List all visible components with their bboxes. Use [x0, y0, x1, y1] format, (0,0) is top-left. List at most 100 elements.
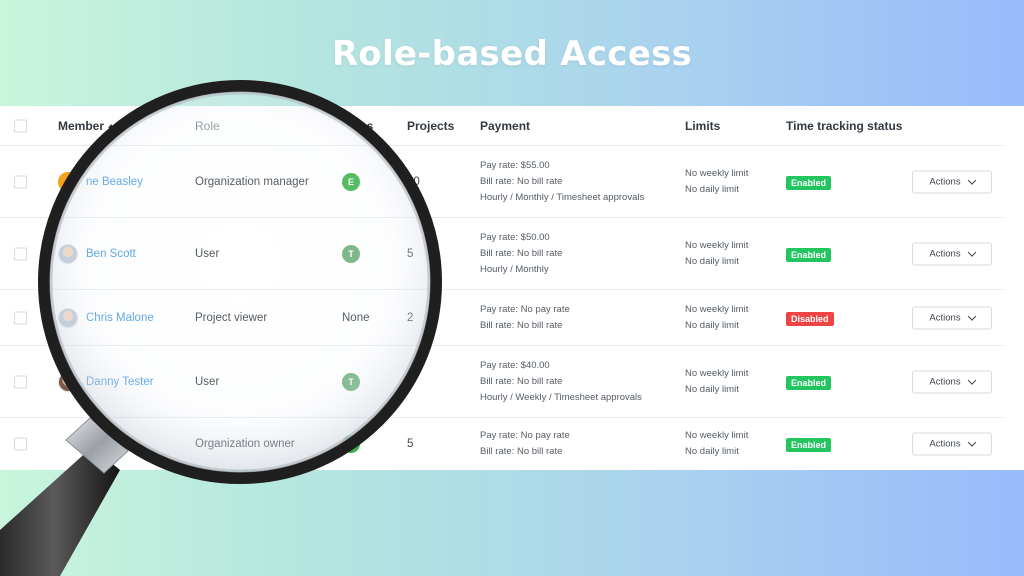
limits-info: No weekly limit No daily limit — [685, 302, 748, 334]
limits-info: No weekly limit No daily limit — [685, 238, 748, 270]
column-header-teams: ms — [356, 118, 374, 133]
select-all-checkbox[interactable] — [14, 119, 27, 132]
row-checkbox[interactable] — [14, 175, 27, 188]
payment-info: Pay rate: No pay rate Bill rate: No bill… — [480, 302, 570, 334]
column-header-payment: Payment — [480, 118, 531, 133]
daily-limit: No daily limit — [685, 319, 739, 331]
projects-count: 4 — [407, 375, 414, 388]
weekly-limit: No weekly limit — [685, 239, 749, 251]
actions-dropdown[interactable]: Actions — [912, 370, 992, 393]
actions-label: Actions — [929, 248, 961, 259]
table-row: Ben Scott User T 5 Pay rate: $50.00 Bill… — [0, 218, 1004, 290]
actions-dropdown[interactable]: Actions — [912, 306, 992, 329]
table-row: Chris Malone Project viewer None 2 Pay r… — [0, 290, 1004, 346]
member-name-link[interactable]: Danny Tester — [86, 376, 154, 388]
actions-label: Actions — [929, 438, 961, 450]
column-header-projects: Projects — [407, 118, 455, 133]
weekly-limit: No weekly limit — [685, 167, 749, 179]
team-badge: T — [342, 244, 360, 263]
projects-count: 5 — [407, 438, 414, 450]
team-cell: T — [342, 372, 360, 391]
avatar — [58, 307, 78, 328]
daily-limit: No daily limit — [685, 255, 739, 267]
status-cell: Enabled — [786, 173, 832, 191]
team-badge: E — [342, 172, 360, 191]
weekly-limit: No weekly limit — [685, 303, 749, 315]
column-header-limits: Limits — [685, 118, 721, 133]
pay-periods: Hourly / Monthly / Timesheet approvals — [480, 191, 645, 203]
column-header-role: Role — [195, 118, 220, 133]
member-name-link[interactable]: Chris Malone — [86, 312, 154, 324]
table-row: ne Beasley Organization manager E 10 Pay… — [0, 146, 1004, 218]
sort-ascending-icon — [108, 124, 115, 129]
bill-rate: Bill rate: No bill rate — [480, 446, 563, 457]
payment-info: Pay rate: $50.00 Bill rate: No bill rate… — [480, 230, 562, 278]
table-row: chael Organization owner E 5 Pay rate: N… — [0, 418, 1004, 470]
chevron-down-icon — [967, 311, 976, 321]
daily-limit: No daily limit — [685, 183, 739, 195]
table-row: Danny Tester User T 4 Pay rate: $40.00 B… — [0, 346, 1004, 418]
team-cell: E — [342, 435, 360, 453]
member-name-link[interactable]: chael — [86, 438, 114, 450]
pay-rate: Pay rate: $40.00 — [480, 359, 550, 371]
avatar — [58, 171, 78, 192]
status-badge: Enabled — [786, 375, 832, 390]
members-table: Member Role ms Projects Payment Limits T… — [0, 106, 1024, 470]
chevron-down-icon — [967, 247, 976, 257]
member-cell: Danny Tester — [58, 371, 154, 392]
status-badge: Enabled — [786, 175, 832, 190]
chevron-down-icon — [967, 175, 976, 185]
actions-label: Actions — [929, 176, 961, 187]
member-name-link[interactable]: Ben Scott — [86, 248, 136, 260]
row-checkbox[interactable] — [14, 375, 27, 388]
actions-dropdown[interactable]: Actions — [912, 242, 992, 265]
chevron-down-icon — [967, 375, 976, 385]
row-checkbox[interactable] — [14, 311, 27, 324]
status-badge: Disabled — [786, 311, 834, 326]
headline: Role-based Access — [331, 34, 693, 74]
bill-rate: Bill rate: No bill rate — [480, 319, 563, 331]
actions-dropdown[interactable]: Actions — [912, 170, 992, 193]
weekly-limit: No weekly limit — [685, 430, 749, 441]
bill-rate: Bill rate: No bill rate — [480, 175, 563, 187]
table-header-row: Member Role ms Projects Payment Limits T… — [0, 106, 1004, 146]
team-text: None — [342, 311, 370, 324]
status-cell: Enabled — [786, 373, 832, 391]
payment-info: Pay rate: $40.00 Bill rate: No bill rate… — [480, 358, 642, 406]
status-badge: Enabled — [786, 438, 832, 452]
weekly-limit: No weekly limit — [685, 367, 749, 379]
status-cell: Enabled — [786, 245, 832, 263]
role-text: Organization manager — [195, 175, 309, 188]
bill-rate: Bill rate: No bill rate — [480, 247, 563, 259]
status-badge: Enabled — [786, 247, 832, 262]
limits-info: No weekly limit No daily limit — [685, 366, 748, 398]
daily-limit: No daily limit — [685, 383, 739, 395]
avatar — [58, 371, 78, 392]
pay-rate: Pay rate: No pay rate — [480, 430, 570, 441]
projects-count: 2 — [407, 311, 414, 324]
status-cell: Disabled — [786, 309, 834, 327]
role-text: User — [195, 247, 220, 260]
pay-rate: Pay rate: $50.00 — [480, 231, 550, 243]
pay-periods: Hourly / Monthly — [480, 263, 549, 275]
role-text: Organization owner — [195, 438, 295, 450]
row-checkbox[interactable] — [14, 437, 27, 451]
member-cell: Ben Scott — [58, 243, 136, 264]
limits-info: No weekly limit No daily limit — [685, 166, 748, 198]
column-header-member[interactable]: Member — [58, 119, 115, 133]
row-checkbox[interactable] — [14, 247, 27, 260]
member-cell: chael — [86, 438, 114, 450]
team-cell: T — [342, 244, 360, 263]
daily-limit: No daily limit — [685, 446, 739, 457]
projects-count: 5 — [407, 247, 414, 260]
team-badge: E — [342, 435, 360, 453]
member-cell: Chris Malone — [58, 307, 154, 328]
projects-count: 10 — [407, 175, 420, 188]
actions-label: Actions — [929, 312, 961, 323]
team-cell: E — [342, 172, 360, 191]
status-cell: Enabled — [786, 435, 832, 453]
actions-dropdown[interactable]: Actions — [912, 432, 992, 456]
member-name-link[interactable]: ne Beasley — [86, 176, 143, 188]
avatar — [58, 243, 78, 264]
actions-label: Actions — [929, 376, 961, 387]
